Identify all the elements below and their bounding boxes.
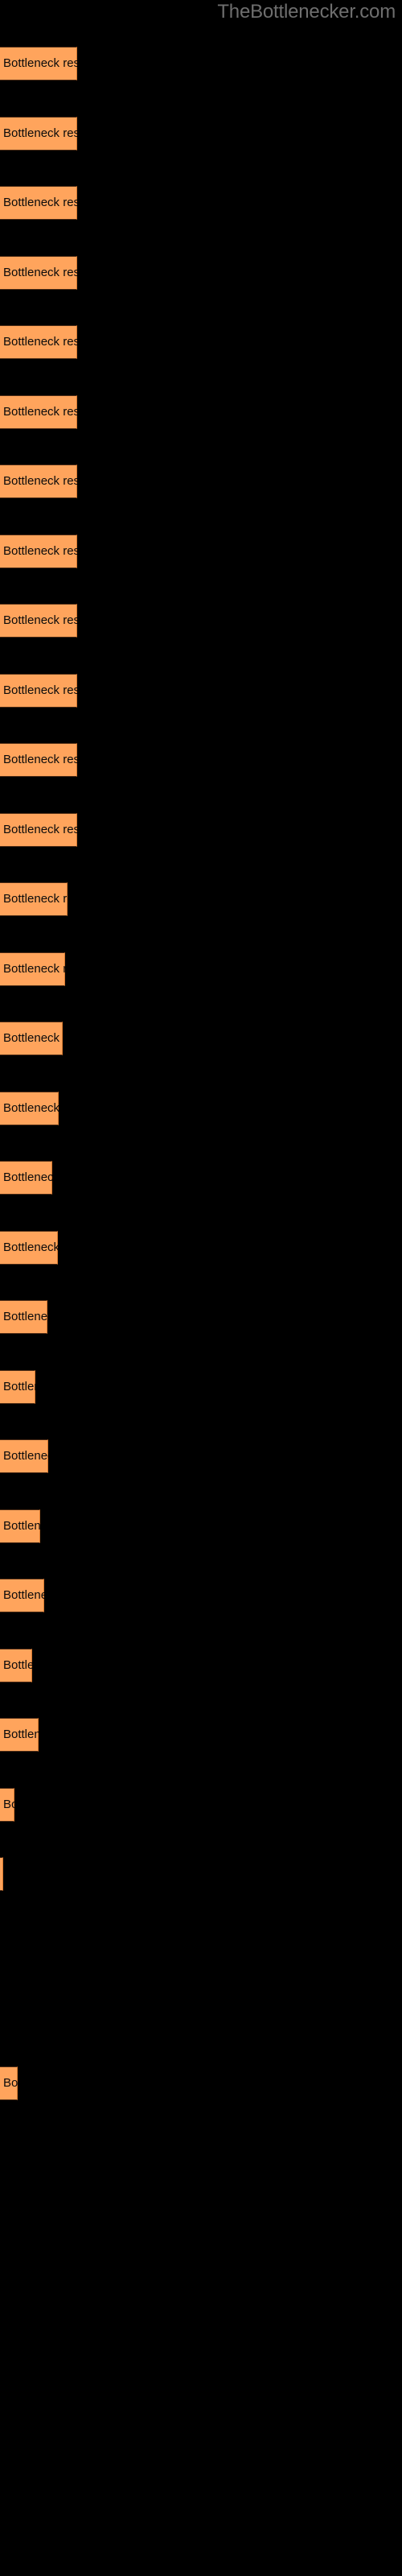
bar-label: Bottleneck result (3, 613, 77, 627)
bar-label: Bottleneck result (3, 1100, 59, 1115)
bar-label: Bottleneck result (3, 1657, 32, 1672)
bar-clip: Bottleneck result (0, 255, 77, 290)
bar-row: Bottleneck result (0, 1022, 63, 1055)
bar-label: Bottleneck result (3, 265, 77, 279)
bar-label: Bottleneck result (3, 335, 77, 349)
bar-label: Bottleneck result (3, 892, 68, 906)
bar-label: Bottleneck result (3, 56, 77, 70)
bar-row: Bottleneck result (0, 1369, 35, 1404)
bar-clip: Bottleneck result (0, 604, 77, 638)
bar-label: Bottleneck result (3, 961, 65, 976)
bar-clip: Bottleneck result (0, 952, 65, 986)
bar-clip: Bottleneck result (0, 1230, 58, 1265)
bar-clip: Bottleneck result (0, 1300, 47, 1334)
bar-row: Bottleneck result (0, 464, 77, 498)
bar-clip: Bottleneck result (0, 882, 68, 916)
bar-clip: Bottleneck result (0, 1091, 59, 1125)
bar-clip: Bottleneck result (0, 464, 77, 498)
bar-row: Bottleneck result (0, 604, 77, 638)
bar-label: Bottleneck result (3, 822, 77, 836)
bar-clip: Bottleneck result (0, 1787, 14, 1822)
bar-clip: Bottleneck result (0, 394, 77, 429)
bar-row: Bottleneck result (0, 882, 68, 916)
bar-row: Bottleneck result (0, 255, 77, 290)
bar-clip: Bottleneck result (0, 116, 77, 151)
bar-label: Bottleneck result (3, 753, 77, 766)
bar-row: Bottleneck result (0, 1230, 58, 1265)
bar-clip: Bottleneck result (0, 1648, 32, 1682)
bar-clip: Bottleneck result (0, 1857, 3, 1891)
bar-row: Bottleneck result (0, 1857, 3, 1891)
bar-clip: Bottleneck result (0, 673, 77, 708)
bar-label: Bottleneck result (3, 1379, 35, 1393)
bar-clip: Bottleneck result (0, 1161, 52, 1195)
bar-label: Bottleneck result (3, 1588, 44, 1602)
bar-label: Bottleneck result (3, 1728, 39, 1741)
bar-clip: Bottleneck result (0, 325, 77, 359)
bar-row (0, 1996, 1, 2030)
bar-row (0, 1927, 1, 1961)
bar-clip: Bottleneck result (0, 1718, 39, 1752)
bar-label: Bottleneck result (3, 1310, 47, 1323)
bar-row: Bottleneck result (0, 1439, 48, 1473)
bar-row: Bottleneck result (0, 743, 77, 777)
bar-label: Bottleneck result (3, 404, 77, 419)
bar-clip: Bottleneck result (0, 186, 77, 220)
bar-clip: Bottleneck result (0, 743, 77, 777)
bar-clip: Bottleneck result (0, 2066, 18, 2100)
bar-row: Bottleneck result (0, 1091, 59, 1125)
bar-row: Bottleneck result (0, 1300, 47, 1334)
bar-label: Bottleneck result (3, 126, 77, 140)
bar-label: Bottleneck result (3, 1170, 52, 1184)
bottleneck-bar-chart: TheBottlenecker.com Bottleneck resultBot… (0, 0, 402, 2576)
bar-row: Bottleneck result (0, 2066, 18, 2100)
bar-row: Bottleneck result (0, 116, 77, 151)
bar-clip: Bottleneck result (0, 812, 77, 847)
bar-label: Bottleneck result (3, 1449, 48, 1463)
bar-clip: Bottleneck result (0, 534, 77, 568)
bar-label: Bottleneck result (3, 2075, 18, 2090)
bar-row: Bottleneck result (0, 1161, 52, 1195)
bar-clip: Bottleneck result (0, 1369, 35, 1404)
bar-clip: Bottleneck result (0, 47, 77, 80)
bar-clip: Bottleneck result (0, 1439, 48, 1473)
bar-clip: Bottleneck result (0, 1509, 40, 1543)
bar-row: Bottleneck result (0, 47, 77, 80)
bar-row: Bottleneck result (0, 1509, 40, 1543)
bar-row: Bottleneck result (0, 952, 65, 986)
bar-row: Bottleneck result (0, 534, 77, 568)
bar-row: Bottleneck result (0, 812, 77, 847)
bar-label: Bottleneck result (3, 1518, 40, 1533)
bar-row: Bottleneck result (0, 673, 77, 708)
bar-row: Bottleneck result (0, 325, 77, 359)
bar-label: Bottleneck result (3, 683, 77, 697)
bar-row: Bottleneck result (0, 1718, 39, 1752)
bar-label: Bottleneck result (3, 1031, 63, 1045)
bar-label: Bottleneck result (3, 1240, 58, 1254)
bar-row: Bottleneck result (0, 1579, 44, 1612)
bar-label: Bottleneck result (3, 474, 77, 488)
bar-label: Bottleneck result (3, 543, 77, 558)
bar-label: Bottleneck result (3, 1797, 14, 1811)
bar-clip: Bottleneck result (0, 1579, 44, 1612)
bar-label: Bottleneck result (3, 196, 77, 209)
bar-row: Bottleneck result (0, 186, 77, 220)
bar-row: Bottleneck result (0, 1648, 32, 1682)
bar-clip: Bottleneck result (0, 1022, 63, 1055)
bar-series-layer: Bottleneck result Bottleneck result Bottle… (0, 0, 402, 2576)
bar-row: Bottleneck result (0, 394, 77, 429)
bar-row: Bottleneck result (0, 1787, 14, 1822)
